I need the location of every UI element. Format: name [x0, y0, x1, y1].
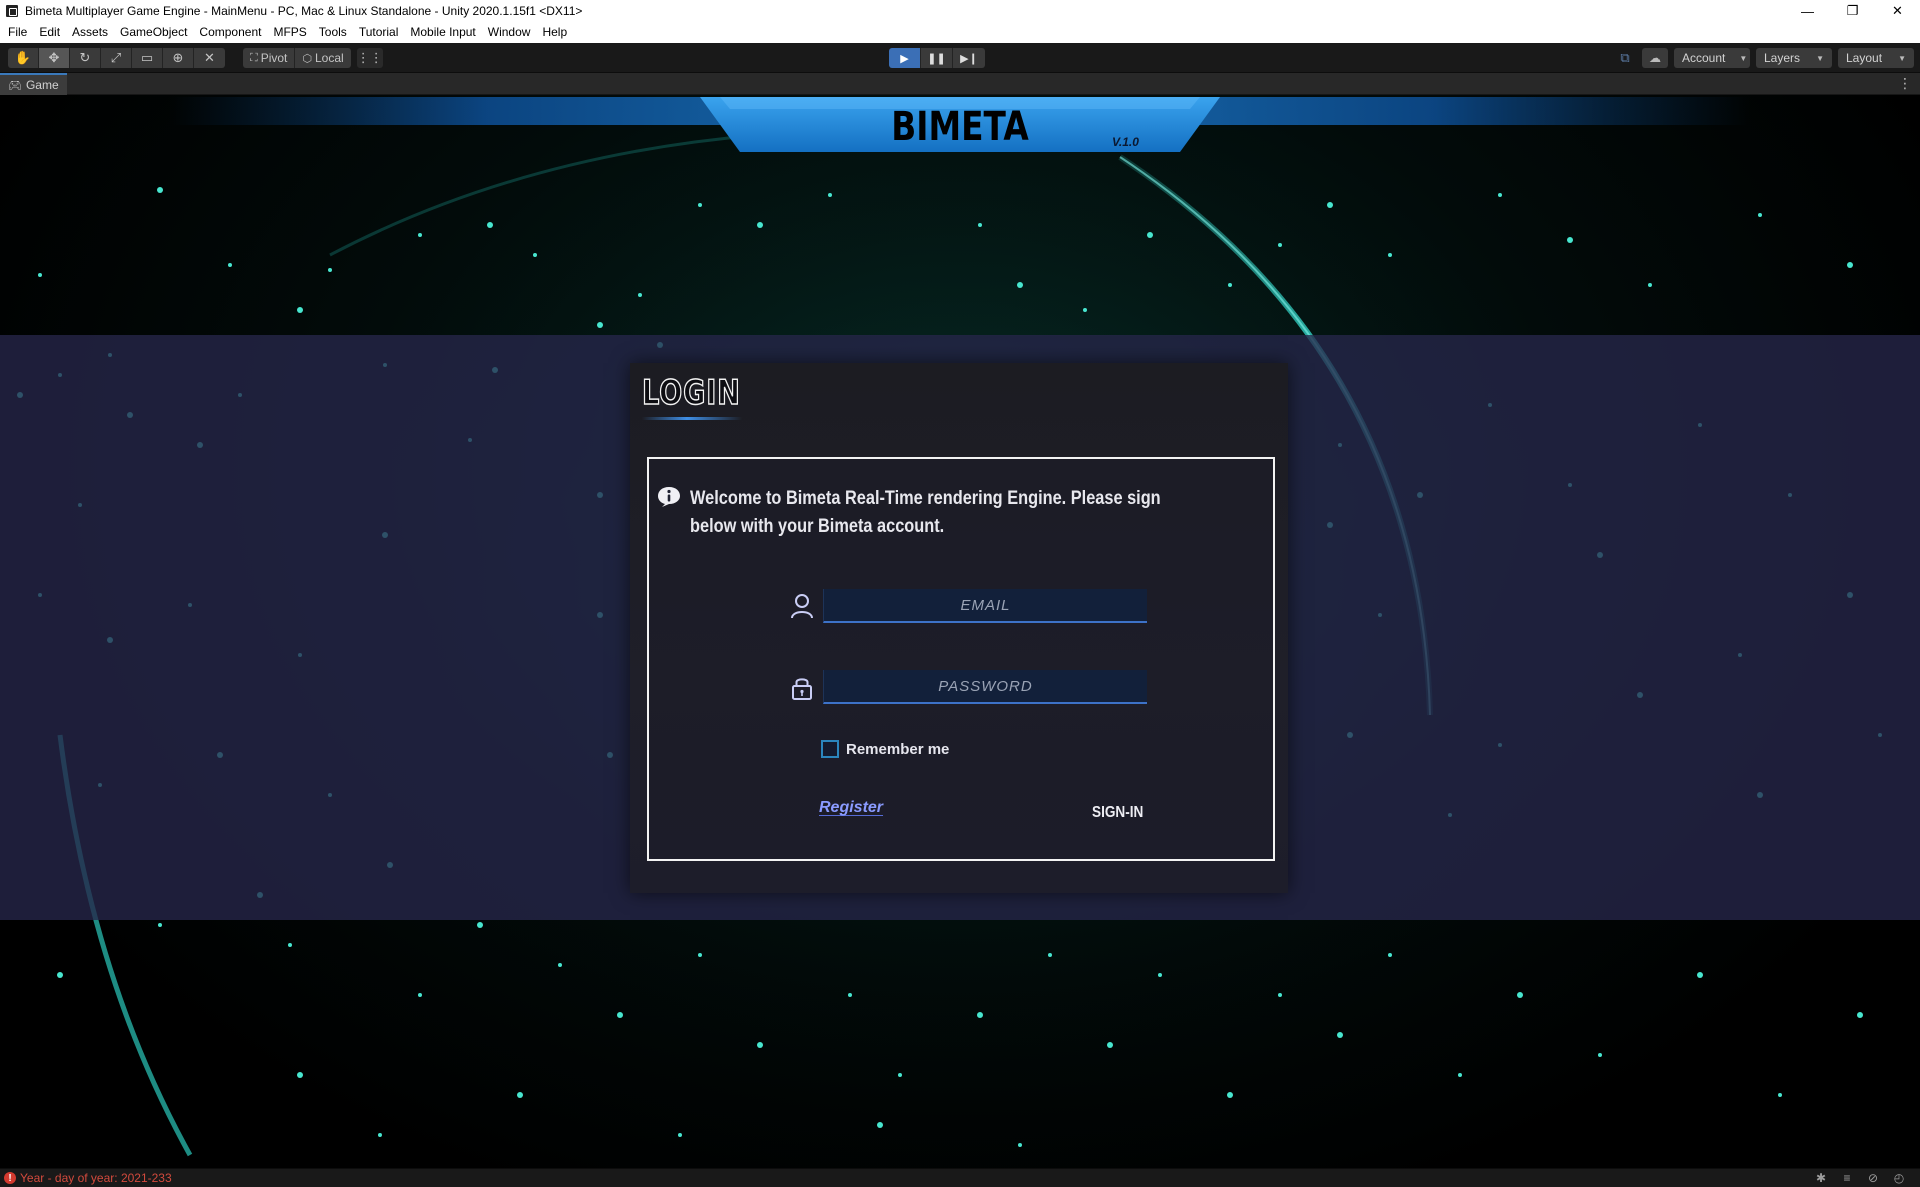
banner-title: BIMETA [891, 104, 1029, 150]
menu-help[interactable]: Help [536, 22, 573, 43]
login-panel: LOGIN Welcome to Bimeta Real-Time render… [630, 363, 1288, 893]
menu-file[interactable]: File [2, 22, 33, 43]
local-toggle[interactable]: ⬡ Local [295, 48, 351, 68]
unity-app-icon [6, 5, 18, 17]
layers-label: Layers [1764, 51, 1801, 65]
login-form-box: Welcome to Bimeta Real-Time rendering En… [647, 457, 1275, 861]
handle-tools: ⛶ Pivot ⬡ Local ⋮⋮ [243, 48, 383, 68]
play-controls: ▶ ❚❚ ▶❙ [889, 48, 985, 68]
game-viewport[interactable]: BIMETA V.1.0 LOGIN Welcome to Bimeta Rea… [0, 95, 1920, 1168]
register-link[interactable]: Register [819, 799, 883, 817]
menu-bar: File Edit Assets GameObject Component MF… [0, 22, 1920, 43]
gamepad-icon: 🎮︎ [8, 79, 22, 92]
play-icon[interactable]: ▶ [889, 48, 921, 68]
chevron-down-icon: ▼ [1739, 53, 1748, 63]
welcome-message: Welcome to Bimeta Real-Time rendering En… [690, 488, 1161, 537]
email-field[interactable]: EMAIL [823, 589, 1147, 623]
status-message[interactable]: Year - day of year: 2021-233 [20, 1171, 172, 1185]
pivot-toggle[interactable]: ⛶ Pivot [243, 48, 296, 68]
chevron-down-icon: ▼ [1898, 53, 1906, 63]
cache-server-icon[interactable]: ⊘ [1860, 1171, 1886, 1185]
email-row: EMAIL [789, 589, 1149, 623]
menu-tools[interactable]: Tools [313, 22, 353, 43]
menu-edit[interactable]: Edit [33, 22, 66, 43]
cloud-icon[interactable]: ☁ [1642, 48, 1668, 68]
error-icon: ! [4, 1172, 16, 1184]
menu-assets[interactable]: Assets [66, 22, 114, 43]
remember-me-label: Remember me [846, 740, 950, 758]
minimize-button[interactable]: — [1785, 0, 1830, 22]
password-row: PASSWORD [789, 670, 1149, 704]
auto-generate-icon[interactable]: ◴ [1886, 1171, 1912, 1185]
login-title-underline [642, 417, 742, 420]
chevron-down-icon: ▼ [1816, 53, 1824, 63]
info-icon [658, 487, 680, 507]
progress-icon[interactable]: ≡ [1834, 1171, 1860, 1185]
account-dropdown[interactable]: Account ▼ [1674, 48, 1750, 68]
tab-game-label: Game [25, 78, 59, 92]
account-label: Account [1682, 51, 1726, 65]
custom-tool-icon[interactable]: ✕ [194, 48, 225, 68]
menu-mfps[interactable]: MFPS [267, 22, 312, 43]
rect-tool-icon[interactable]: ▭ [132, 48, 163, 68]
game-view-tabbar: 🎮︎ Game ⋮ [0, 73, 1920, 95]
menu-mobile-input[interactable]: Mobile Input [404, 22, 481, 43]
menu-tutorial[interactable]: Tutorial [353, 22, 405, 43]
menu-window[interactable]: Window [482, 22, 537, 43]
move-tool-icon[interactable]: ✥ [39, 48, 70, 68]
layers-dropdown[interactable]: Layers ▼ [1756, 48, 1832, 68]
transform-tools: ✋ ✥ ↻ ⤢ ▭ ⊕ ✕ [8, 48, 225, 68]
login-title: LOGIN [641, 372, 741, 414]
tab-game[interactable]: 🎮︎ Game [0, 73, 67, 95]
menu-component[interactable]: Component [193, 22, 267, 43]
scale-tool-icon[interactable]: ⤢ [101, 48, 132, 68]
collab-icon[interactable]: ⧉ [1614, 48, 1636, 68]
remember-me-checkbox[interactable] [821, 740, 839, 758]
local-icon: ⬡ [302, 52, 312, 65]
pivot-label: Pivot [260, 51, 288, 65]
status-right-icons: ✱ ≡ ⊘ ◴ [1808, 1171, 1912, 1185]
rotate-tool-icon[interactable]: ↻ [70, 48, 101, 68]
banner-version: V.1.0 [1112, 135, 1139, 149]
sign-in-button[interactable]: SIGN-IN [1092, 804, 1143, 822]
password-field[interactable]: PASSWORD [823, 670, 1147, 704]
toolbar-right: ⧉ ☁ Account ▼ Layers ▼ Layout ▼ [1614, 48, 1914, 68]
menu-gameobject[interactable]: GameObject [114, 22, 193, 43]
pause-icon[interactable]: ❚❚ [921, 48, 953, 68]
layout-dropdown[interactable]: Layout ▼ [1838, 48, 1914, 68]
window-title-bar: Bimeta Multiplayer Game Engine - MainMen… [0, 0, 1920, 22]
close-button[interactable]: ✕ [1875, 0, 1920, 22]
hand-tool-icon[interactable]: ✋ [8, 48, 39, 68]
window-controls: — ❐ ✕ [1785, 0, 1920, 22]
grid-snap-icon[interactable]: ⋮⋮ [356, 48, 383, 68]
pivot-icon: ⛶ [250, 51, 258, 64]
transform-tool-icon[interactable]: ⊕ [163, 48, 194, 68]
restore-button[interactable]: ❐ [1830, 0, 1875, 22]
lock-icon [792, 678, 812, 700]
more-options-icon[interactable]: ⋮ [1898, 75, 1912, 92]
layout-label: Layout [1846, 51, 1883, 65]
bug-icon[interactable]: ✱ [1808, 1171, 1834, 1185]
editor-toolbar: ✋ ✥ ↻ ⤢ ▭ ⊕ ✕ ⛶ Pivot ⬡ Local ⋮⋮ ▶ ❚❚ ▶❙… [0, 43, 1920, 73]
window-title: Bimeta Multiplayer Game Engine - MainMen… [25, 4, 583, 18]
bimeta-banner: BIMETA V.1.0 [0, 97, 1920, 152]
step-icon[interactable]: ▶❙ [953, 48, 985, 68]
remember-me-toggle[interactable]: Remember me [821, 740, 949, 758]
user-icon [791, 594, 813, 619]
local-label: Local [315, 51, 344, 65]
status-bar: ! Year - day of year: 2021-233 ✱ ≡ ⊘ ◴ [0, 1168, 1920, 1187]
